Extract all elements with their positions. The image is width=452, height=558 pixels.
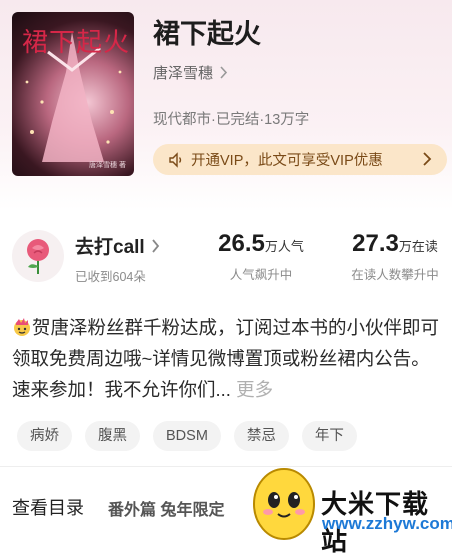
mascot-logo-icon — [253, 468, 315, 540]
author-link[interactable]: 唐泽雪穗 — [153, 62, 228, 83]
speaker-icon — [169, 151, 182, 168]
vip-text: 开通VIP，此文可享受VIP优惠 — [191, 153, 383, 169]
call-label: 去打call — [75, 237, 145, 258]
popularity-number: 26.5 — [218, 230, 265, 257]
chevron-right-icon — [220, 66, 228, 79]
cover-author: 唐泽雪穗 著 — [89, 162, 126, 169]
call-button[interactable]: 去打call — [75, 232, 160, 259]
tag-list: 病娇 腹黑 BDSM 禁忌 年下 — [17, 421, 357, 451]
more-link[interactable]: 更多 — [236, 379, 273, 400]
rose-icon — [27, 239, 49, 274]
book-description[interactable]: 贺唐泽粉丝群千粉达成，订阅过本书的小伙伴即可领取免费周边哦~详情见微博置顶或粉丝… — [12, 312, 444, 405]
chevron-right-icon — [423, 152, 432, 166]
book-cover[interactable]: 裙下起火 唐泽雪穗 著 — [12, 12, 134, 176]
party-emoji-icon — [14, 318, 30, 336]
author-name: 唐泽雪穗 — [153, 65, 214, 82]
tag-item[interactable]: 病娇 — [17, 421, 72, 451]
tag-item[interactable]: 腹黑 — [85, 421, 140, 451]
vip-banner[interactable]: 开通VIP，此文可享受VIP优惠 — [153, 144, 447, 175]
reading-sub: 在读人数攀升中 — [351, 268, 439, 282]
rose-avatar[interactable] — [12, 230, 64, 282]
section-divider — [0, 466, 452, 467]
reading-number: 27.3 — [352, 230, 399, 257]
catalog-button[interactable]: 查看目录 — [12, 494, 84, 520]
chevron-right-icon — [152, 238, 159, 253]
reading-unit: 万在读 — [398, 239, 438, 254]
description-text: 贺唐泽粉丝群千粉达成，订阅过本书的小伙伴即可领取免费周边哦~详情见微博置顶或粉丝… — [12, 317, 440, 400]
book-title: 裙下起火 — [153, 19, 261, 49]
call-count: 已收到604朵 — [75, 270, 146, 284]
popularity-stat: 26.5万人气 人气飙升中 — [206, 230, 316, 283]
tag-item[interactable]: BDSM — [153, 421, 221, 451]
popularity-sub: 人气飙升中 — [229, 268, 293, 282]
cover-title: 裙下起火 — [22, 28, 131, 58]
popularity-unit: 万人气 — [264, 239, 304, 254]
watermark-url: www.zzhyw.com — [322, 514, 452, 533]
tag-item[interactable]: 禁忌 — [233, 421, 289, 451]
book-meta: 现代都市·已完结·13万字 — [153, 112, 310, 128]
tag-item[interactable]: 年下 — [301, 421, 357, 451]
latest-chapter[interactable]: 番外篇 兔年限定 — [108, 496, 224, 520]
reading-stat: 27.3万在读 在读人数攀升中 — [340, 230, 450, 283]
